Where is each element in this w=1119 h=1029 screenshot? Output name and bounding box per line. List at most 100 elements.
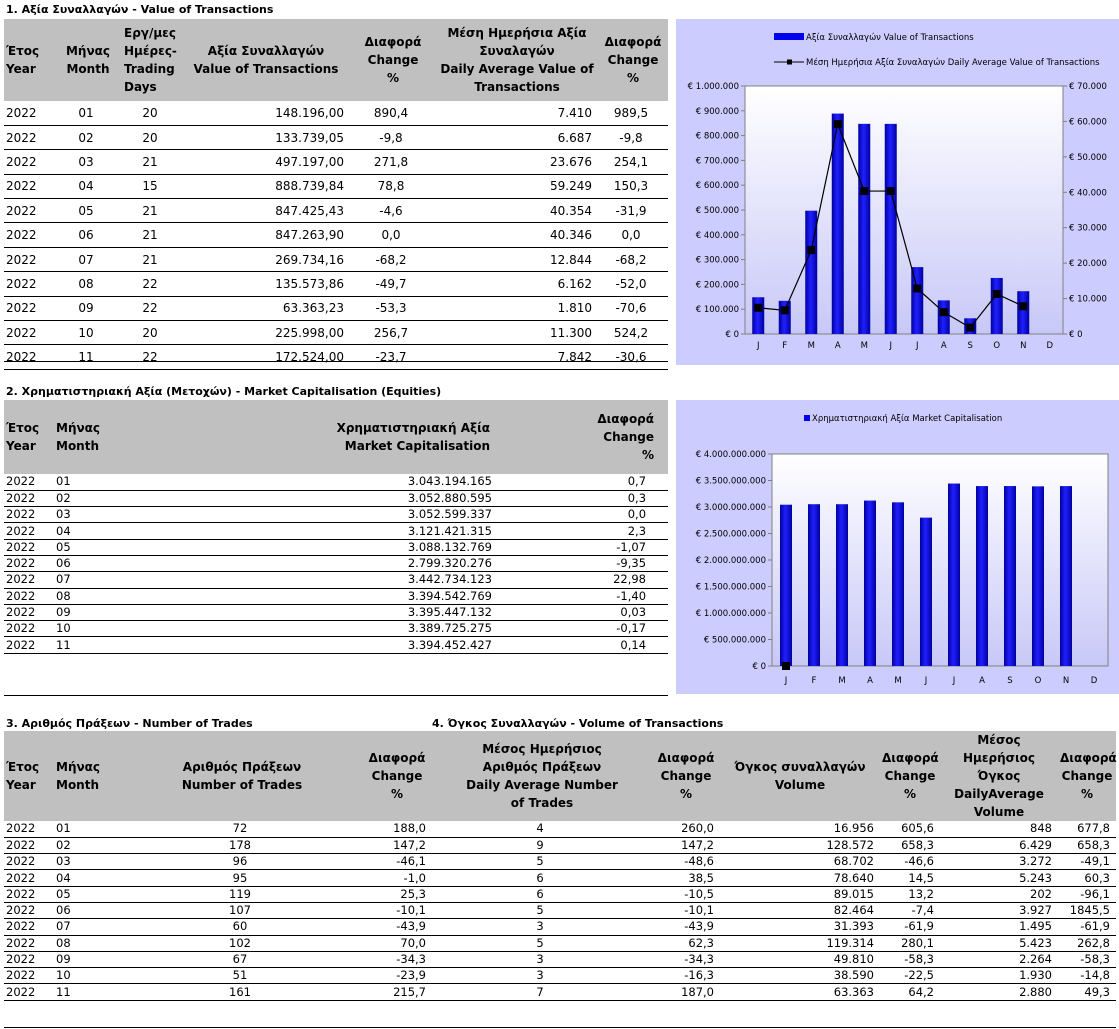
table-cell: 2022 — [4, 967, 54, 985]
table-cell: 05 — [54, 539, 122, 556]
x-tick-label: F — [782, 341, 787, 351]
table-row: 2022 04 95 -1,0 6 38,5 78.640 14,5 5.243 60,3 — [4, 869, 1116, 887]
table-cell: 2022 — [4, 247, 54, 273]
table-cell: 7.842 — [436, 344, 598, 370]
table-cell: -9,8 — [350, 125, 436, 151]
table-cell: 62,3 — [652, 935, 720, 952]
table-cell: 16.956 — [720, 821, 880, 838]
x-tick-label: M — [808, 341, 815, 351]
x-tick-label: A — [941, 341, 947, 351]
y-tick-label: € 3.500.000.000 — [696, 477, 766, 487]
table-cell: 13,2 — [880, 886, 940, 903]
plot-area — [771, 453, 1109, 667]
col-year: Έτος Year — [4, 19, 54, 101]
table-cell: -9,8 — [598, 125, 668, 151]
table-cell: -7,4 — [880, 902, 940, 920]
table-cell: 2.264 — [940, 951, 1058, 969]
x-tick-label: D — [1046, 341, 1053, 351]
transactions-chart: Αξία Συναλλαγών Value of Transactions Μέσ… — [676, 19, 1119, 365]
x-tick-label: J — [915, 341, 919, 351]
legend-swatch-bar — [804, 415, 810, 421]
col-change-4: Διαφορά Change% — [1058, 731, 1117, 821]
table-row: 2022 10 20 225.998,00 256,7 11.300 524,2 — [4, 320, 668, 346]
table-cell: 2.880 — [940, 983, 1058, 1001]
bar — [948, 483, 960, 666]
table-cell: -16,3 — [652, 967, 720, 985]
table-cell: 147,2 — [652, 837, 720, 855]
x-tick-label: M — [861, 341, 868, 351]
table-cell: 70,0 — [362, 935, 432, 952]
line-point — [939, 308, 948, 317]
y2-tick-label: € 30.000 — [1069, 224, 1107, 234]
table-row: 2022 01 3.043.194.165 0,7 — [4, 474, 669, 491]
bar — [780, 504, 792, 666]
col-change-2: Διαφορά Change% — [598, 19, 668, 101]
x-tick-label: F — [812, 676, 817, 686]
table-cell: 3.395.447.132 — [122, 604, 498, 622]
y-tick-label: € 0 — [752, 662, 766, 672]
table-cell: 2022 — [4, 951, 54, 969]
y-tick-label: € 700.000 — [696, 156, 739, 166]
col-month: Μήνας Month — [54, 19, 122, 101]
table-cell: 2022 — [4, 271, 54, 297]
table-cell: 161 — [122, 983, 362, 1001]
bar — [808, 504, 820, 666]
x-tick-label: M — [838, 676, 845, 686]
table-row: 2022 11 3.394.452.427 0,14 — [4, 636, 669, 654]
table-row: 2022 06 21 847.263,90 0,0 40.346 0,0 — [4, 222, 668, 248]
legend-label: Χρηματιστηριακή Αξία Market Capitalisati… — [812, 414, 1002, 424]
table-cell: 3.043.194.165 — [122, 474, 498, 491]
table-cell: 524,2 — [598, 320, 668, 346]
table-cell: 0,3 — [498, 490, 669, 508]
table-cell: 2022 — [4, 125, 54, 151]
table-cell: 605,6 — [880, 821, 940, 838]
table-cell: 01 — [54, 821, 122, 838]
x-tick-label: J — [924, 676, 928, 686]
table-row: 2022 03 96 -46,1 5 -48,6 68.702 -46,6 3.272 -49,1 — [4, 853, 1116, 871]
x-tick-label: N — [1063, 676, 1069, 686]
table-cell: 10 — [54, 620, 122, 638]
table-cell: 0,0 — [598, 222, 668, 248]
table-row: 2022 10 3.389.725.275 -0,17 — [4, 620, 669, 638]
x-tick-label: J — [756, 341, 760, 351]
table-cell: 6.429 — [940, 837, 1058, 855]
table-cell: 5 — [432, 935, 652, 952]
table-cell: 20 — [122, 125, 182, 151]
table-cell: 38.590 — [720, 967, 880, 985]
x-tick-label: S — [1007, 676, 1012, 686]
table-cell: 05 — [54, 198, 122, 224]
table-row: 2022 03 3.052.599.337 0,0 — [4, 506, 669, 524]
table-cell: 119.314 — [720, 935, 880, 952]
line-point — [780, 306, 789, 315]
table-cell: 2022 — [4, 604, 54, 622]
table-cell: 0,03 — [498, 604, 669, 622]
col-daily-volume: Μέσος Ημερήσιος Όγκος DailyAverage Volume — [940, 731, 1058, 821]
table-cell: 63.363 — [720, 983, 880, 1001]
table-cell: 08 — [54, 271, 122, 297]
table-cell: 2022 — [4, 198, 54, 224]
col-change-2: Διαφορά Change% — [652, 731, 720, 821]
table-row: 2022 03 21 497.197,00 271,8 23.676 254,1 — [4, 149, 668, 175]
table-row: 2022 07 3.442.734.123 22,98 — [4, 571, 669, 589]
table-cell: 102 — [122, 935, 362, 952]
y-tick-label: € 2.500.000.000 — [696, 530, 766, 540]
col-change: Διαφορά Change% — [498, 400, 669, 474]
y-tick-label: € 4.000.000.000 — [696, 450, 766, 460]
table-cell: 2022 — [4, 506, 54, 524]
col-change: Διαφορά Change% — [362, 731, 432, 821]
table-cell: 2022 — [4, 886, 54, 903]
table-cell: 21 — [122, 198, 182, 224]
y2-tick-label: € 0 — [1069, 330, 1083, 340]
y2-tick-label: € 50.000 — [1069, 153, 1107, 163]
table-cell: 658,3 — [1058, 837, 1116, 855]
table-cell: 89.015 — [720, 886, 880, 903]
line-point — [807, 246, 816, 255]
table-cell: 04 — [54, 174, 122, 200]
x-tick-label: J — [888, 341, 892, 351]
table-cell: 269.734,16 — [182, 247, 350, 273]
table-cell: 2022 — [4, 539, 54, 556]
table-cell: 2022 — [4, 636, 54, 654]
table-cell: 0,14 — [498, 636, 669, 654]
table-cell: -9,35 — [498, 555, 669, 573]
table-cell: -43,9 — [362, 918, 432, 936]
